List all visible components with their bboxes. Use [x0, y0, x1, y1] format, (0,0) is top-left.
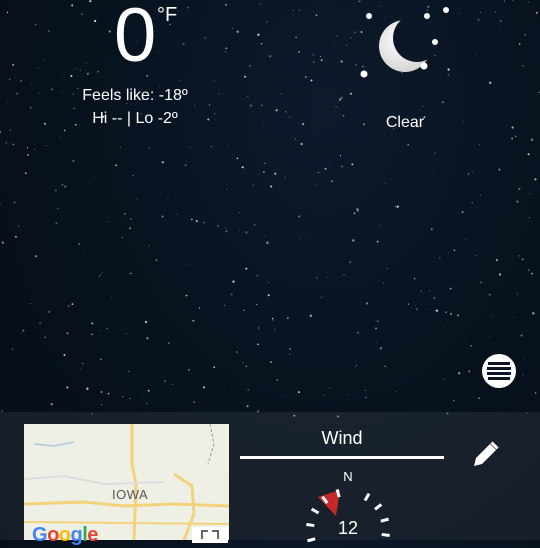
expand-map-button[interactable]	[192, 527, 228, 543]
compass-north-label: N	[343, 469, 352, 484]
temperature-unit: °F	[157, 4, 178, 26]
compass-tick	[335, 489, 341, 498]
wind-divider	[240, 456, 444, 459]
compass-tick	[374, 503, 383, 511]
current-temperature: 0	[114, 0, 156, 78]
hi-lo-text: Hi -- | Lo -2º	[92, 110, 178, 127]
map-roads	[24, 424, 229, 540]
pencil-icon[interactable]	[468, 438, 502, 472]
wind-direction-arrow-icon	[318, 490, 340, 516]
map-state-label: IOWA	[112, 487, 149, 502]
wind-title: Wind	[321, 428, 363, 448]
condition-text: Clear	[385, 114, 425, 131]
feels-like-text: Feels like: -18º	[82, 87, 188, 104]
compass-tick	[310, 507, 320, 515]
wind-speed: 12	[337, 518, 359, 538]
list-icon	[487, 362, 511, 380]
radar-map[interactable]	[24, 424, 229, 540]
menu-button[interactable]	[482, 354, 516, 388]
compass-tick	[363, 492, 371, 502]
fullscreen-icon	[201, 530, 219, 539]
google-logo: Google	[32, 524, 98, 546]
moon-stars-icon	[360, 7, 449, 78]
